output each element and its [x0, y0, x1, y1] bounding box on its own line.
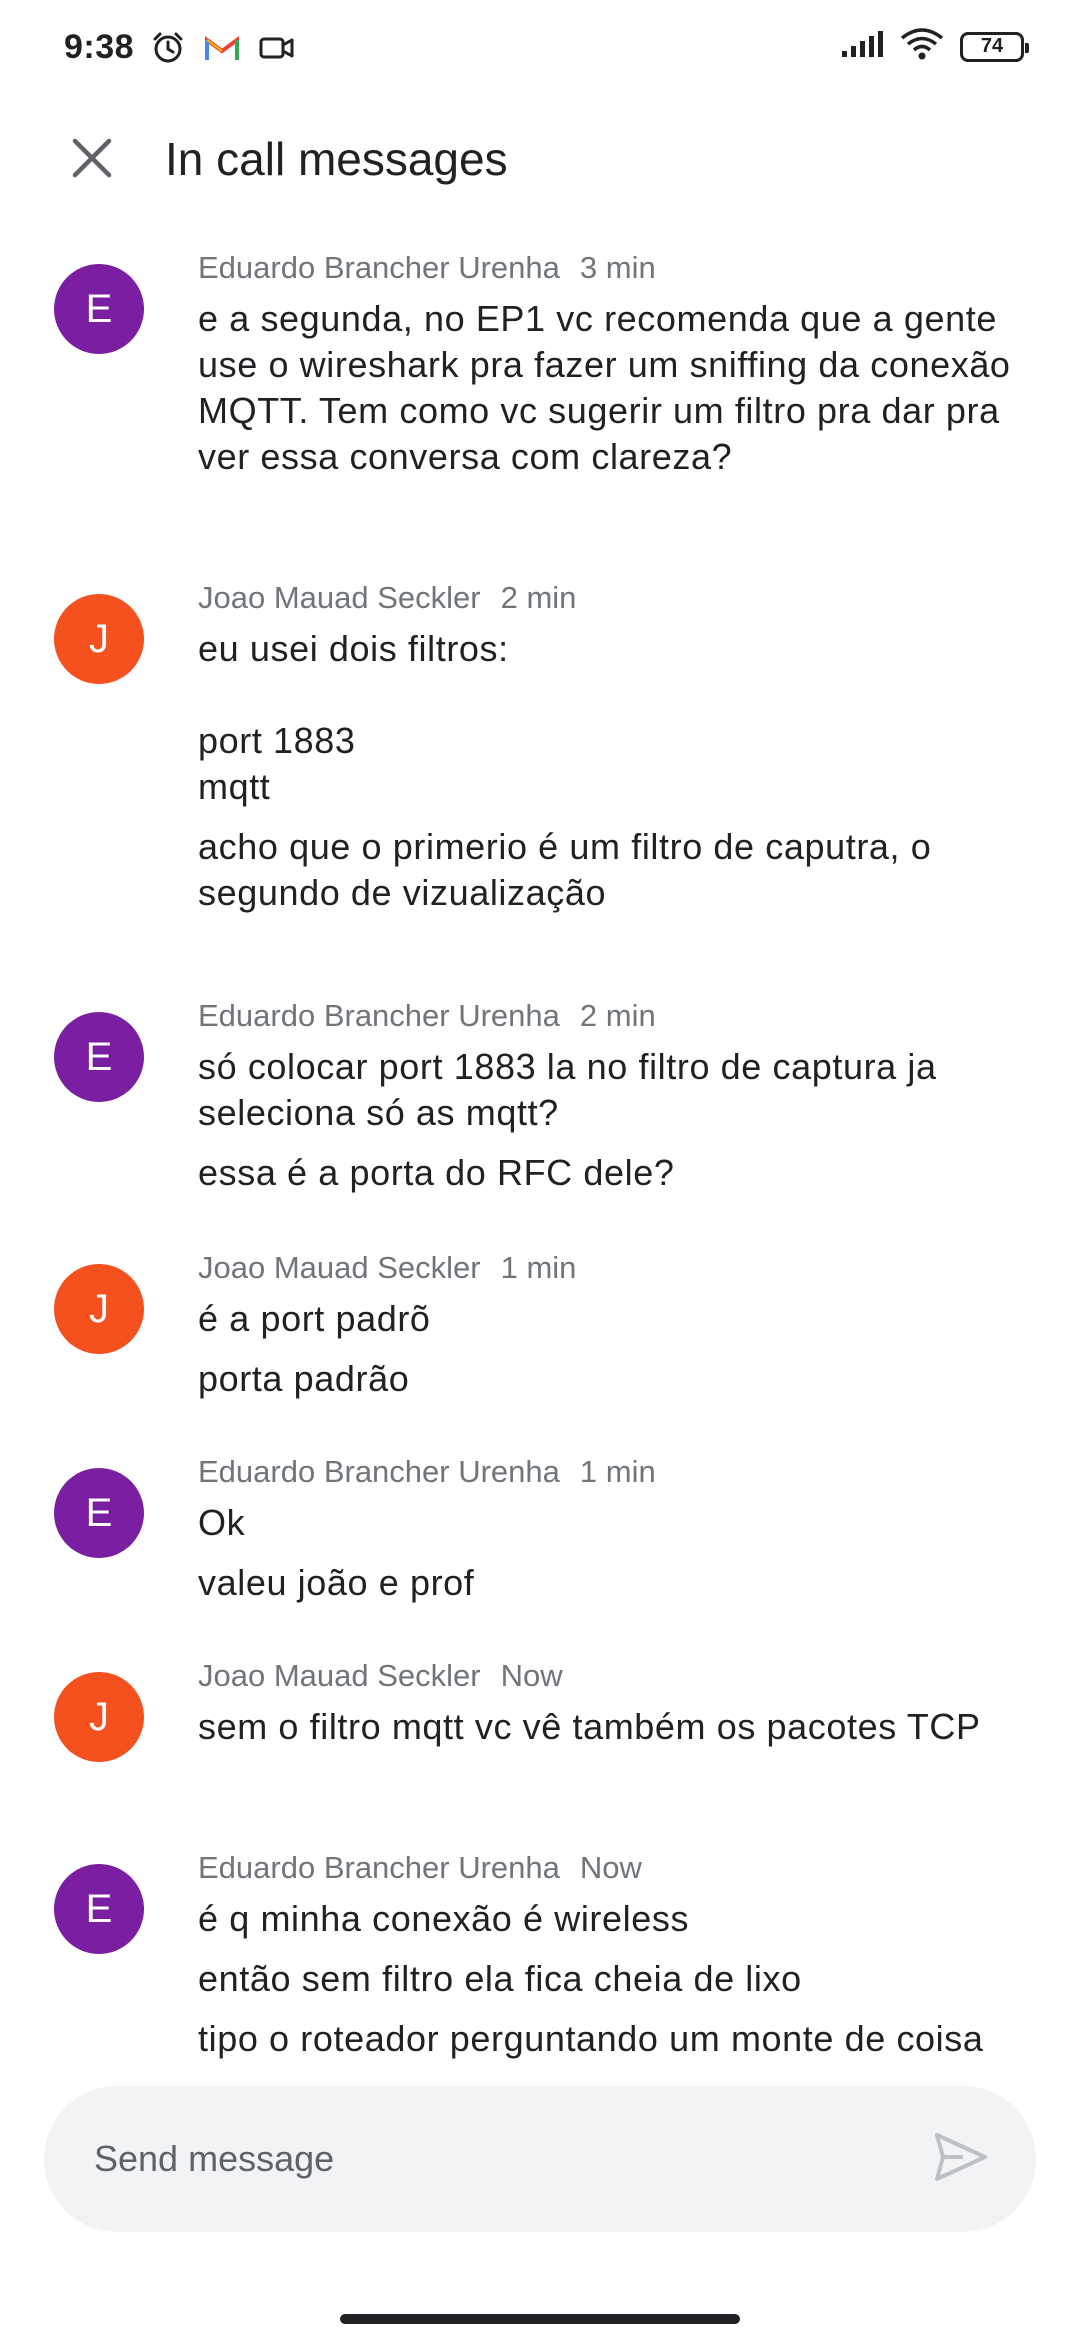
avatar: J	[54, 594, 144, 684]
status-time: 9:38	[64, 28, 135, 66]
wifi-icon	[900, 28, 944, 65]
avatar-letter: E	[85, 1034, 113, 1079]
avatar-letter: J	[89, 1286, 109, 1331]
message-meta: Joao Mauad Seckler 1 min	[198, 1248, 1038, 1288]
battery-icon: 74	[960, 31, 1029, 62]
message-time: Now	[500, 1658, 563, 1693]
sender-name: Eduardo Brancher Urenha	[198, 1850, 560, 1885]
avatar-letter: E	[85, 1490, 113, 1535]
message-meta: Eduardo Brancher Urenha Now	[198, 1848, 1038, 1888]
message-text: essa é a porta do RFC dele?	[198, 1152, 675, 1193]
avatar: J	[54, 1264, 144, 1354]
message-input[interactable]	[94, 2126, 894, 2192]
avatar: E	[54, 264, 144, 354]
status-icons-right: 74	[840, 28, 1029, 65]
sender-name: Eduardo Brancher Urenha	[198, 998, 560, 1033]
avatar-letter: J	[89, 1694, 109, 1739]
alarm-icon	[150, 30, 186, 71]
avatar-letter: E	[85, 1886, 113, 1931]
avatar: E	[54, 1468, 144, 1558]
message-composer	[44, 2086, 1036, 2232]
message-body: Joao Mauad Seckler 2 min eu usei dois fil…	[198, 578, 1038, 916]
message-meta: Eduardo Brancher Urenha 2 min	[198, 996, 1038, 1036]
home-indicator[interactable]	[340, 2314, 740, 2324]
sender-name: Joao Mauad Seckler	[198, 580, 481, 615]
send-icon	[933, 2131, 989, 2188]
message-time: Now	[579, 1850, 642, 1885]
avatar-letter: E	[85, 286, 113, 331]
message-text: tipo o roteador perguntando um monte de …	[198, 2018, 984, 2059]
message-text: eu usei dois filtros: port 1883 mqtt	[198, 628, 509, 807]
message-text: porta padrão	[198, 1358, 410, 1399]
header: In call messages	[0, 110, 1080, 210]
avatar: J	[54, 1672, 144, 1762]
message-meta: Eduardo Brancher Urenha 1 min	[198, 1452, 1038, 1492]
page-title: In call messages	[165, 133, 508, 185]
message-text: valeu joão e prof	[198, 1562, 475, 1603]
message-time: 2 min	[579, 998, 656, 1033]
sender-name: Eduardo Brancher Urenha	[198, 1454, 560, 1489]
message-text: e a segunda, no EP1 vc recomenda que a g…	[198, 298, 1022, 477]
message-time: 3 min	[579, 250, 656, 285]
message-meta: Eduardo Brancher Urenha 3 min	[198, 248, 1038, 288]
sender-name: Eduardo Brancher Urenha	[198, 250, 560, 285]
message-text: é q minha conexão é wireless	[198, 1898, 690, 1939]
message-text: sem o filtro mqtt vc vê também os pacote…	[198, 1706, 981, 1747]
status-icons-left	[150, 30, 296, 71]
send-button[interactable]	[930, 2128, 992, 2190]
message-text: só colocar port 1883 la no filtro de cap…	[198, 1046, 948, 1133]
avatar-letter: J	[89, 616, 109, 661]
message-text: então sem filtro ela fica cheia de lixo	[198, 1958, 802, 1999]
close-button[interactable]	[60, 128, 124, 192]
message-list[interactable]: E Eduardo Brancher Urenha 3 min e a segun…	[0, 248, 1080, 2063]
message-text: é a port padrõ	[198, 1298, 431, 1339]
message-body: Eduardo Brancher Urenha 1 min Ok valeu jo…	[198, 1452, 1038, 1606]
sender-name: Joao Mauad Seckler	[198, 1250, 481, 1285]
message-body: Joao Mauad Seckler Now sem o filtro mqtt …	[198, 1656, 1038, 1750]
message-meta: Joao Mauad Seckler 2 min	[198, 578, 1038, 618]
message-text: Ok	[198, 1502, 246, 1543]
status-bar: 9:38 74	[0, 0, 1080, 100]
message-meta: Joao Mauad Seckler Now	[198, 1656, 1038, 1696]
battery-level: 74	[980, 35, 1004, 57]
message-body: Eduardo Brancher Urenha 2 min só colocar …	[198, 996, 1038, 1196]
sender-name: Joao Mauad Seckler	[198, 1658, 481, 1693]
message-body: Eduardo Brancher Urenha 3 min e a segunda…	[198, 248, 1038, 480]
message-body: Eduardo Brancher Urenha Now é q minha con…	[198, 1848, 1038, 2062]
avatar: E	[54, 1012, 144, 1102]
signal-icon	[840, 29, 884, 64]
close-icon	[71, 137, 113, 184]
message-body: Joao Mauad Seckler 1 min é a port padrõ p…	[198, 1248, 1038, 1402]
message-text: acho que o primerio é um filtro de caput…	[198, 826, 942, 913]
avatar: E	[54, 1864, 144, 1954]
video-camera-icon	[258, 33, 296, 68]
message-time: 1 min	[500, 1250, 577, 1285]
gmail-icon	[204, 33, 240, 68]
message-time: 2 min	[500, 580, 577, 615]
message-time: 1 min	[579, 1454, 656, 1489]
